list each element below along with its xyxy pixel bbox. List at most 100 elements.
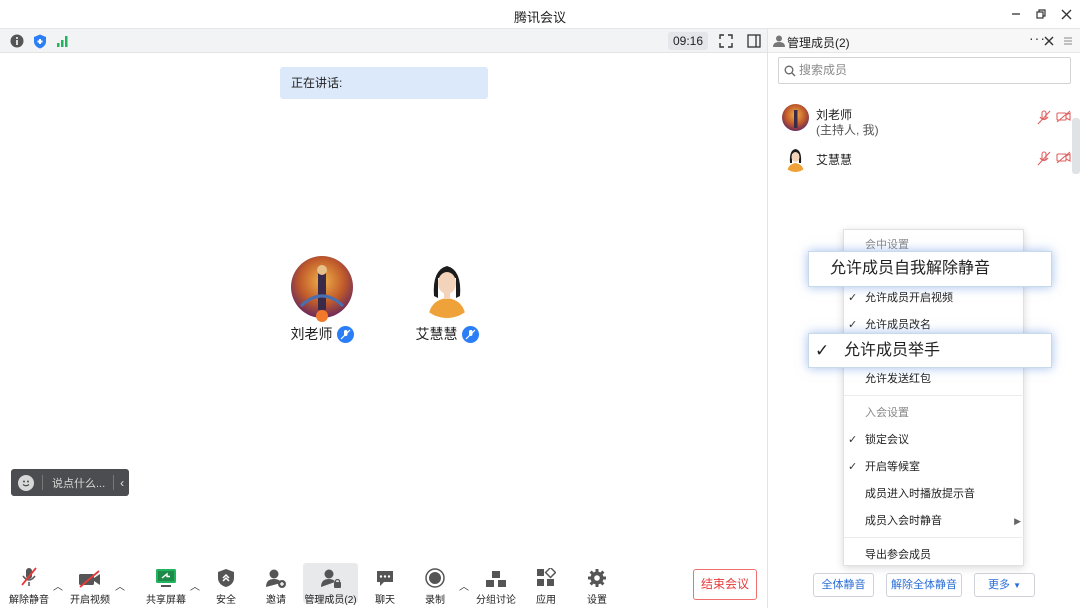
minimize-button[interactable] [1005, 4, 1027, 24]
members-panel-footer: 全体静音 解除全体静音 更多 ▼ [768, 569, 1080, 608]
zoom-callout-allow-self-unmute: 允许成员自我解除静音 [808, 251, 1052, 287]
meeting-stage: 正在讲话: 刘老师 艾慧慧 说点什么... ‹ [0, 54, 767, 554]
member-avatar-image [416, 256, 478, 318]
chat-button[interactable]: 聊天 [357, 566, 413, 606]
member-search-input[interactable]: 搜索成员 [778, 57, 1071, 84]
submenu-arrow-icon: ▶ [1014, 516, 1021, 526]
close-icon [1061, 9, 1071, 19]
participant-name: 刘老师 [290, 326, 333, 342]
share-screen-button[interactable]: 共享屏幕 [138, 566, 194, 606]
layout-toggle-button[interactable] [745, 32, 763, 50]
avatar [291, 256, 353, 318]
mute-all-button[interactable]: 全体静音 [813, 573, 874, 597]
member-manage-icon [320, 569, 341, 588]
meeting-info-bar: 09:16 [0, 29, 767, 53]
more-button[interactable]: 更多 ▼ [974, 573, 1035, 597]
panel-title: 管理成员(2) [787, 36, 850, 50]
chat-input-placeholder[interactable]: 说点什么... [52, 475, 105, 491]
unmute-button[interactable]: 解除静音 [1, 566, 57, 606]
manage-members-button[interactable]: 管理成员(2) [303, 563, 358, 606]
record-button[interactable]: 录制 [407, 566, 463, 606]
fullscreen-icon [719, 34, 733, 48]
restore-icon [1035, 8, 1046, 19]
members-panel-header: 管理成员(2) ··· [768, 29, 1080, 53]
share-screen-icon [156, 569, 176, 587]
avatar [782, 145, 809, 172]
member-role: (主持人, 我) [816, 123, 879, 137]
signal-icon [57, 36, 68, 47]
menu-section-join: 入会设置 [865, 407, 909, 419]
start-video-button[interactable]: 开启视频 [62, 566, 118, 606]
info-icon [10, 34, 24, 48]
breakout-button[interactable]: 分组讨论 [468, 566, 524, 606]
mic-muted-icon [461, 325, 479, 343]
member-row[interactable]: 艾慧慧 [782, 145, 1072, 181]
check-icon: ✓ [815, 341, 830, 360]
settings-button[interactable]: 设置 [569, 566, 625, 606]
menu-item-allow-open-video[interactable]: ✓ 允许成员开启视频 [844, 285, 1025, 311]
apps-grid-icon [537, 568, 556, 586]
mic-muted-icon[interactable] [1037, 110, 1051, 125]
menu-item-allow-red-packet[interactable]: 允许发送红包 [844, 366, 1025, 392]
search-icon [784, 65, 796, 77]
meeting-timer: 09:16 [668, 32, 708, 50]
check-icon: ✓ [848, 434, 858, 446]
check-icon: ✓ [848, 292, 858, 304]
apps-button[interactable]: 应用 [518, 566, 574, 606]
invite-button[interactable]: 邀请 [248, 566, 304, 606]
menu-item-mute-on-join[interactable]: 成员入会时静音 ▶ [844, 508, 1025, 534]
zoom-callout-allow-raise-hand: ✓ 允许成员举手 [808, 333, 1052, 368]
sidebar-layout-icon [747, 34, 761, 48]
gear-icon [588, 569, 606, 587]
host-avatar-image [291, 256, 353, 318]
quick-chat-box[interactable]: 说点什么... ‹ [11, 469, 129, 496]
close-panel-icon[interactable] [1044, 36, 1054, 46]
chat-bubble-icon [377, 571, 393, 586]
avatar [782, 104, 809, 131]
security-shield-button[interactable] [31, 32, 49, 50]
mic-muted-icon[interactable] [1037, 151, 1051, 166]
collapse-chevron-icon[interactable]: ‹ [120, 476, 124, 490]
minimize-icon [1012, 13, 1020, 15]
security-button[interactable]: 安全 [198, 566, 254, 606]
menu-item-join-sound[interactable]: 成员进入时播放提示音 [844, 481, 1025, 507]
camera-off-icon [79, 570, 100, 588]
shield-icon [34, 34, 46, 48]
fullscreen-button[interactable] [717, 32, 735, 50]
host-badge-icon [316, 310, 328, 322]
info-button[interactable] [8, 32, 26, 50]
camera-off-icon[interactable] [1056, 151, 1072, 164]
close-window-button[interactable] [1055, 4, 1077, 24]
unmute-all-button[interactable]: 解除全体静音 [886, 573, 962, 597]
menu-item-waiting-room[interactable]: ✓ 开启等候室 [844, 454, 1025, 480]
check-icon: ✓ [848, 461, 858, 473]
person-icon [773, 35, 785, 47]
participant-tile-host[interactable]: 刘老师 [280, 256, 364, 344]
restore-button[interactable] [1030, 4, 1052, 24]
end-meeting-button[interactable]: 结束会议 [693, 569, 757, 600]
mic-off-icon [21, 567, 37, 586]
bottom-toolbar: 解除静音 ︿ 开启视频 ︿ 共享屏幕 ︿ 安全 邀请 管理成员(2) 聊天 录制… [0, 554, 767, 608]
menu-item-export-members[interactable]: 导出参会成员 [844, 542, 1025, 568]
participant-tile-member[interactable]: 艾慧慧 [405, 256, 489, 344]
emoji-icon[interactable] [18, 474, 34, 491]
participant-name: 艾慧慧 [415, 326, 458, 342]
title-bar: 腾讯会议 [0, 0, 1080, 29]
menu-item-lock-meeting[interactable]: ✓ 锁定会议 [844, 427, 1025, 453]
avatar [416, 256, 478, 318]
speaking-indicator: 正在讲话: [280, 67, 488, 99]
shield-lock-icon [218, 569, 234, 587]
menu-lines-icon[interactable] [1063, 36, 1073, 46]
network-button[interactable] [54, 32, 72, 50]
camera-off-icon[interactable] [1056, 110, 1072, 123]
mic-muted-icon [336, 325, 354, 343]
breakout-rooms-icon [486, 571, 506, 587]
member-name: 艾慧慧 [816, 153, 853, 167]
record-icon [425, 568, 445, 588]
caret-down-icon: ▼ [1013, 581, 1021, 590]
scrollbar-handle[interactable] [1072, 118, 1080, 174]
add-person-icon [266, 569, 286, 588]
window-title: 腾讯会议 [513, 10, 566, 25]
video-options-caret-icon[interactable]: ︿ [115, 578, 125, 593]
member-row-host[interactable]: 刘老师 (主持人, 我) [782, 104, 1072, 140]
